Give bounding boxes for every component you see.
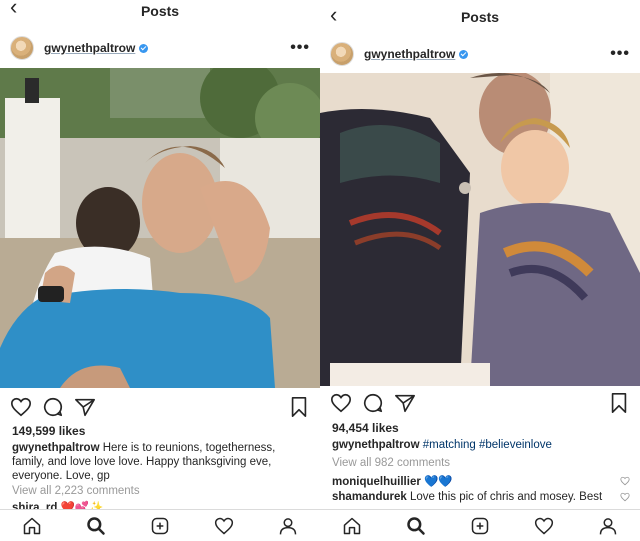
right-post-screen: ‹ Posts gwynethpaltrow ••• 94,454 likes … [320,0,640,541]
post-username[interactable]: gwynethpaltrow [44,41,149,55]
home-icon[interactable] [22,516,42,536]
more-options-icon[interactable]: ••• [290,39,310,57]
bookmark-icon[interactable] [608,392,630,414]
avatar[interactable] [330,42,354,66]
post-caption: gwynethpaltrow Here is to reunions, toge… [12,441,310,483]
page-title: Posts [140,3,180,19]
caption-username[interactable]: gwynethpaltrow [12,442,100,454]
more-options-icon[interactable]: ••• [610,45,630,63]
hashtag-link[interactable]: #believeinlove [479,439,552,451]
bookmark-icon[interactable] [288,396,310,418]
username-text[interactable]: gwynethpaltrow [364,47,455,61]
back-chevron-icon[interactable]: ‹ [10,0,17,18]
post-photo[interactable] [320,73,640,386]
view-all-comments-link[interactable]: View all 982 comments [332,457,450,469]
profile-icon[interactable] [598,516,618,536]
bottom-tab-bar [0,509,320,541]
comment-like-heart-icon[interactable] [620,476,630,486]
share-icon[interactable] [394,392,416,414]
post-caption: gwynethpaltrow #matching #believeinlove [332,439,630,451]
post-header: gwynethpaltrow ••• [0,30,320,66]
likes-count[interactable]: 149,599 likes [12,424,85,438]
share-icon[interactable] [74,396,96,418]
comment-row: shamandurek Love this pic of chris and m… [332,490,630,503]
post-username[interactable]: gwynethpaltrow [364,47,469,61]
heart-icon[interactable] [10,396,32,418]
comment-username[interactable]: shamandurek [332,491,407,503]
post-photo[interactable] [0,68,320,388]
father-son-photo-image [320,73,640,386]
back-chevron-icon[interactable]: ‹ [330,4,337,26]
activity-icon[interactable] [214,516,234,536]
search-icon[interactable] [406,516,426,536]
view-all-comments-link[interactable]: View all 2,223 comments [12,485,140,497]
search-icon[interactable] [86,516,106,536]
hashtag-link[interactable]: #matching [423,439,476,451]
username-text[interactable]: gwynethpaltrow [44,41,135,55]
hug-photo-image [0,68,320,388]
comment-icon[interactable] [362,392,384,414]
avatar[interactable] [10,36,34,60]
post-header: gwynethpaltrow ••• [320,36,640,72]
activity-icon[interactable] [534,516,554,536]
action-bar [0,393,320,421]
action-bar [320,389,640,417]
add-icon[interactable] [150,516,170,536]
top-bar: ‹ Posts [0,0,320,22]
add-icon[interactable] [470,516,490,536]
comment-text: 💙💙 [420,476,453,488]
home-icon[interactable] [342,516,362,536]
left-post-screen: ‹ Posts gwynethpaltrow ••• 149,599 likes… [0,0,320,541]
comment-icon[interactable] [42,396,64,418]
likes-count[interactable]: 94,454 likes [332,421,399,435]
bottom-tab-bar [320,509,640,541]
verified-badge-icon [459,49,469,59]
page-title: Posts [460,9,500,25]
caption-username[interactable]: gwynethpaltrow [332,439,420,451]
comment-text: Love this pic of chris and mosey. Best [406,490,603,503]
heart-icon[interactable] [330,392,352,414]
comment-username[interactable]: moniquelhuillier [332,476,421,488]
verified-badge-icon [139,43,149,53]
comment-row: moniquelhuillier 💙💙 [332,474,630,488]
profile-icon[interactable] [278,516,298,536]
comment-like-heart-icon[interactable] [620,492,630,502]
top-bar: ‹ Posts [320,0,640,34]
